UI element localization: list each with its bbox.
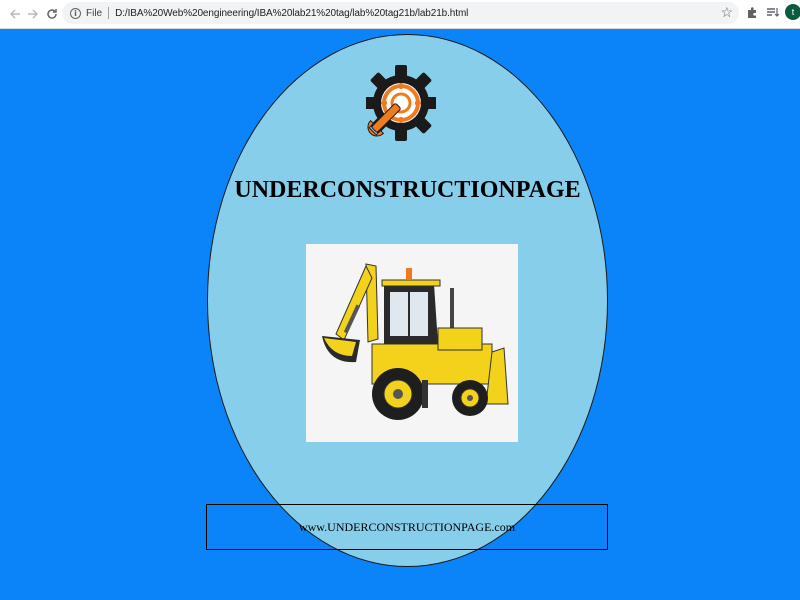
browser-toolbar: i File D:/IBA%20Web%20engineering/IBA%20… (0, 0, 800, 29)
address-bar[interactable]: i File D:/IBA%20Web%20engineering/IBA%20… (62, 2, 739, 24)
puzzle-icon[interactable] (745, 5, 759, 19)
backhoe-loader-image (306, 244, 518, 442)
reload-icon[interactable] (41, 3, 63, 25)
scheme-label: File (86, 7, 103, 19)
page-title: UNDERCONSTRUCTIONPAGE (234, 177, 581, 203)
reading-list-icon[interactable] (765, 5, 779, 19)
avatar[interactable]: t (785, 4, 800, 20)
star-icon[interactable]: ☆ (720, 4, 733, 21)
info-icon[interactable]: i (70, 7, 81, 19)
gear-wrench-icon (366, 65, 436, 141)
url-text[interactable]: D:/IBA%20Web%20engineering/IBA%20lab21%2… (115, 8, 468, 19)
page-body: UNDERCONSTRUCTIONPAGE www.UNDERCONSTRUCT… (0, 30, 800, 600)
omnibox-divider (108, 7, 110, 19)
footer-box: www.UNDERCONSTRUCTIONPAGE.com (206, 504, 608, 550)
footer-url: www.UNDERCONSTRUCTIONPAGE.com (298, 519, 516, 534)
extensions-area: t (745, 4, 800, 20)
